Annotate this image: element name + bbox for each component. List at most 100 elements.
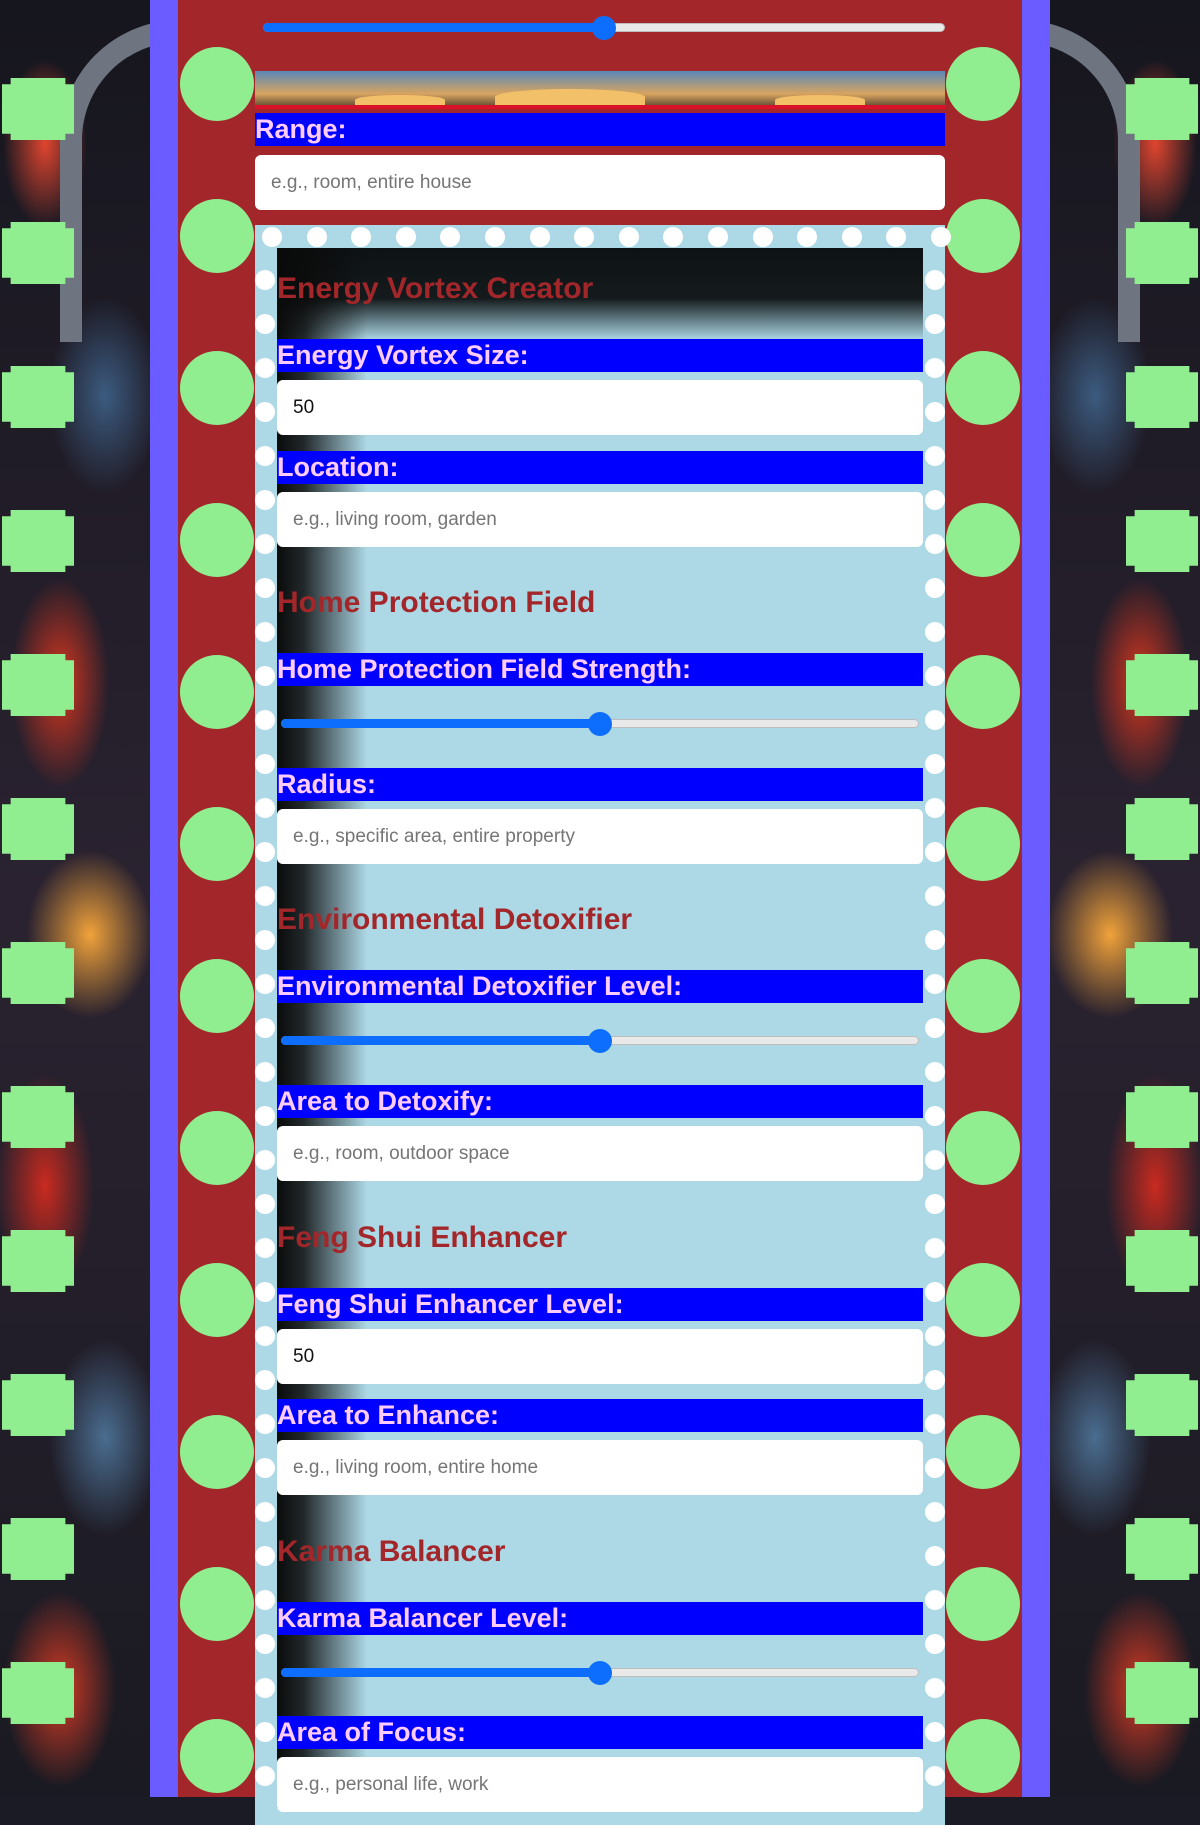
home-protection-title: Home Protection Field: [277, 586, 596, 619]
panel-dot: [925, 270, 945, 290]
pixel-flower: [2, 510, 74, 572]
panel-dot: [255, 1326, 275, 1346]
panel-dot: [255, 930, 275, 950]
building-shape: [775, 95, 865, 105]
area-of-focus-label: Area of Focus:: [277, 1716, 923, 1749]
panel-dot: [255, 1458, 275, 1478]
karma-balancer-level-slider[interactable]: [277, 1660, 923, 1686]
panel-dot: [255, 1546, 275, 1566]
energy-vortex-title: Energy Vortex Creator: [277, 272, 594, 305]
frame-dot: [180, 503, 254, 577]
building-shape: [495, 89, 645, 105]
pixel-flower: [1126, 1518, 1198, 1580]
area-of-focus-input[interactable]: [277, 1757, 923, 1812]
panel-dot: [925, 446, 945, 466]
panel-dot: [925, 666, 945, 686]
panel-dot: [925, 1194, 945, 1214]
pixel-flower: [2, 1374, 74, 1436]
pixel-flower: [1126, 1374, 1198, 1436]
pixel-flower: [1126, 942, 1198, 1004]
feng-shui-level-label: Feng Shui Enhancer Level:: [277, 1288, 923, 1321]
pixel-flower: [2, 1662, 74, 1724]
panel-dot: [925, 534, 945, 554]
pixel-flower: [2, 222, 74, 284]
panel-dot: [925, 1634, 945, 1654]
frame-dot: [180, 1567, 254, 1641]
frame-dot: [946, 47, 1020, 121]
home-protection-strength-slider[interactable]: [277, 711, 923, 737]
panel-dot: [255, 1502, 275, 1522]
panel-dot: [255, 666, 275, 686]
slider-fill: [263, 23, 604, 32]
slider-fill: [281, 1668, 600, 1677]
frame-dot: [946, 1415, 1020, 1489]
frame-dot: [180, 1415, 254, 1489]
panel-dot: [255, 402, 275, 422]
panel-dot: [925, 358, 945, 378]
area-to-detoxify-input[interactable]: [277, 1126, 923, 1181]
panel-dot: [255, 710, 275, 730]
radius-input[interactable]: [277, 809, 923, 864]
slider-thumb[interactable]: [592, 16, 616, 40]
energy-vortex-size-input[interactable]: [277, 380, 923, 435]
area-to-enhance-input[interactable]: [277, 1440, 923, 1495]
pixel-flower: [1126, 1230, 1198, 1292]
panel-dot: [925, 1414, 945, 1434]
panel-dot: [255, 446, 275, 466]
panel-dot: [925, 1150, 945, 1170]
frame-dot: [946, 1567, 1020, 1641]
home-protection-strength-label: Home Protection Field Strength:: [277, 653, 923, 686]
slider-thumb[interactable]: [588, 1029, 612, 1053]
panel-dot: [925, 886, 945, 906]
panel-dot: [925, 1106, 945, 1126]
slider-thumb[interactable]: [588, 712, 612, 736]
frame-dot: [946, 807, 1020, 881]
panel-dot: [925, 710, 945, 730]
panel-dot: [255, 1370, 275, 1390]
radius-label: Radius:: [277, 768, 923, 801]
panel-dot: [925, 1282, 945, 1302]
panel-dot: [841, 227, 862, 247]
karma-balancer-title: Karma Balancer: [277, 1535, 506, 1568]
top-range-slider[interactable]: [259, 15, 949, 41]
panel-dot: [255, 490, 275, 510]
location-label: Location:: [277, 451, 923, 484]
range-input[interactable]: [255, 155, 945, 210]
panel-dot: [255, 1722, 275, 1742]
panel-dot: [262, 227, 282, 247]
panel-dot: [925, 1018, 945, 1038]
detoxifier-level-slider[interactable]: [277, 1028, 923, 1054]
panel-dot: [925, 842, 945, 862]
panel-dot: [708, 227, 728, 247]
panel-dot: [925, 1326, 945, 1346]
panel-dot: [395, 227, 416, 247]
panel-dot: [925, 1238, 945, 1258]
location-input[interactable]: [277, 492, 923, 547]
slider-thumb[interactable]: [588, 1661, 612, 1685]
feng-shui-level-input[interactable]: [277, 1329, 923, 1384]
panel-dot: [925, 622, 945, 642]
pixel-flower: [1126, 798, 1198, 860]
panel-dot: [255, 1238, 275, 1258]
frame-dot: [180, 655, 254, 729]
pixel-flower: [2, 78, 74, 140]
detoxifier-title: Environmental Detoxifier: [277, 903, 633, 936]
frame-dot: [946, 1111, 1020, 1185]
slider-fill: [281, 719, 600, 728]
pixel-flower: [2, 798, 74, 860]
banner-border: [255, 105, 945, 109]
panel-dot: [255, 314, 275, 334]
frame-dot: [946, 959, 1020, 1033]
panel-dot: [925, 1370, 945, 1390]
pixel-flower: [2, 1518, 74, 1580]
panel-dot: [925, 754, 945, 774]
pixel-flower: [1126, 222, 1198, 284]
slider-fill: [281, 1036, 600, 1045]
pixel-flower: [2, 1230, 74, 1292]
panel-dot: [255, 886, 275, 906]
panel-dot: [931, 227, 951, 247]
panel-dot: [306, 227, 327, 247]
horn-decoration: [1050, 20, 1140, 342]
pixel-flower: [2, 942, 74, 1004]
panel-dot: [925, 1502, 945, 1522]
